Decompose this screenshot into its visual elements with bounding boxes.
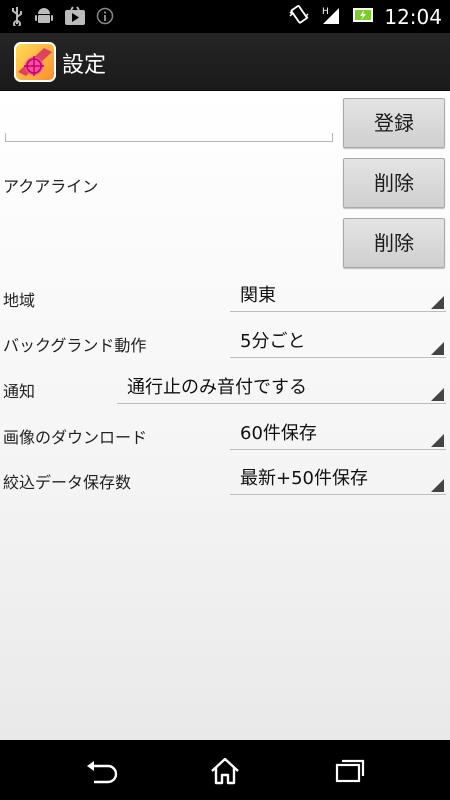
- register-button[interactable]: 登録: [343, 98, 445, 148]
- background-value: 5分ごと: [240, 331, 306, 352]
- image-download-value: 60件保存: [240, 423, 317, 444]
- dropdown-arrow-icon: [431, 479, 444, 492]
- status-bar: H 12:04: [0, 0, 450, 33]
- svg-text:H: H: [322, 7, 329, 17]
- region-label: 地域: [3, 291, 36, 310]
- background-spinner[interactable]: 5分ごと: [230, 323, 446, 358]
- vibrate-icon: [288, 4, 310, 30]
- action-bar: 設定: [0, 33, 450, 92]
- settings-content: 登録 アクアライン 削除 削除 地域 関東 バックグランド動作 5分ごと 通知 …: [0, 91, 450, 740]
- delete-button-2[interactable]: 削除: [343, 218, 445, 268]
- route-name-input[interactable]: [5, 133, 333, 142]
- dropdown-arrow-icon: [431, 388, 444, 401]
- filter-data-label: 絞込データ保存数: [3, 473, 132, 492]
- back-icon[interactable]: [84, 756, 118, 788]
- background-label: バックグランド動作: [3, 336, 147, 355]
- notification-spinner[interactable]: 通行止のみ音付でする: [117, 369, 446, 404]
- info-icon: [96, 7, 114, 29]
- clock: 12:04: [384, 5, 442, 29]
- recent-apps-icon[interactable]: [334, 756, 366, 788]
- image-download-spinner[interactable]: 60件保存: [230, 415, 446, 450]
- notification-value: 通行止のみ音付でする: [127, 377, 307, 398]
- region-spinner[interactable]: 関東: [230, 277, 446, 312]
- region-value: 関東: [240, 285, 276, 306]
- home-icon[interactable]: [208, 756, 242, 790]
- dropdown-arrow-icon: [431, 342, 444, 355]
- dropdown-arrow-icon: [431, 296, 444, 309]
- usb-icon: [10, 6, 24, 30]
- delete-button-1[interactable]: 削除: [343, 158, 445, 208]
- play-store-icon: [64, 6, 86, 30]
- signal-icon: H: [320, 5, 342, 29]
- image-download-label: 画像のダウンロード: [3, 428, 148, 447]
- android-icon: [34, 6, 54, 30]
- filter-data-spinner[interactable]: 最新+50件保存: [230, 460, 446, 495]
- page-title: 設定: [62, 53, 107, 78]
- dropdown-arrow-icon: [431, 434, 444, 447]
- notification-label: 通知: [3, 382, 36, 401]
- route-name-label: アクアライン: [3, 177, 99, 196]
- navigation-bar: [0, 740, 450, 800]
- battery-icon: [352, 6, 374, 28]
- app-logo-icon: [14, 42, 56, 82]
- filter-data-value: 最新+50件保存: [240, 468, 368, 489]
